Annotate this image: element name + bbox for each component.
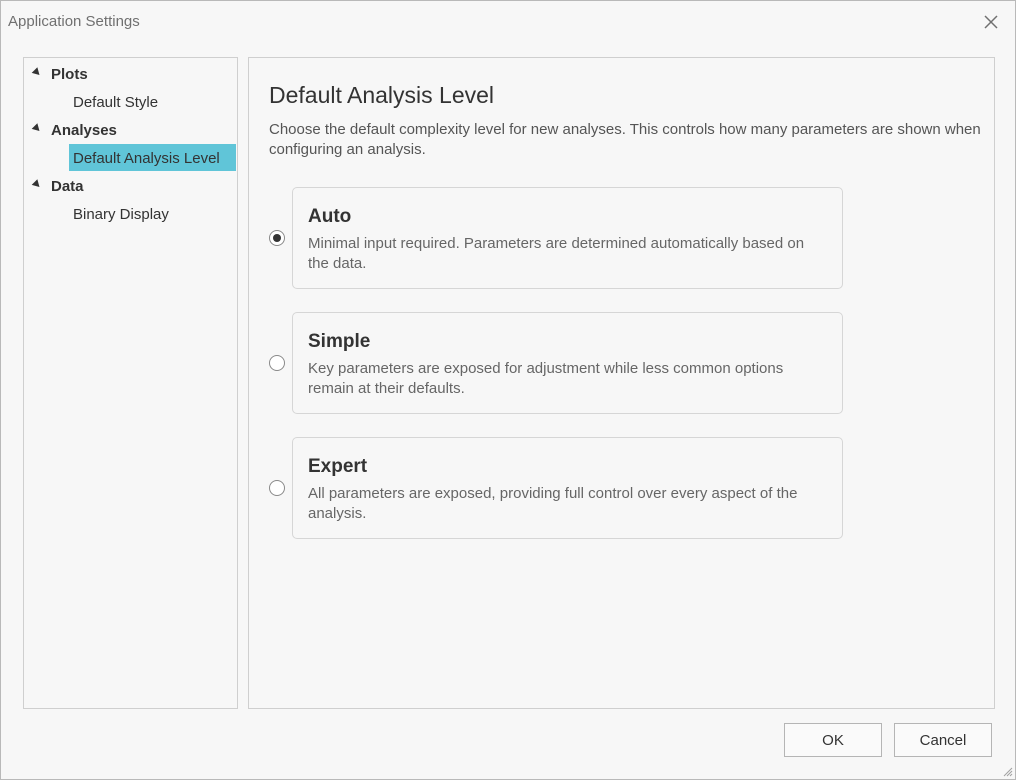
- expert-radio[interactable]: [269, 480, 285, 496]
- tree-item-binary-display[interactable]: Binary Display: [69, 200, 236, 227]
- option-card-simple[interactable]: Simple Key parameters are exposed for ad…: [292, 312, 843, 414]
- settings-tree: Plots Default Style Analyses Default Ana…: [23, 57, 238, 709]
- tree-item-label: Binary Display: [73, 206, 169, 223]
- settings-content: Default Analysis Level Choose the defaul…: [248, 57, 995, 709]
- option-card-auto[interactable]: Auto Minimal input required. Parameters …: [292, 187, 843, 289]
- cancel-button[interactable]: Cancel: [894, 723, 992, 757]
- dialog-title: Application Settings: [8, 13, 140, 30]
- tree-group-label: Data: [51, 178, 84, 195]
- tree-group-analyses[interactable]: Analyses: [24, 117, 237, 143]
- title-bar: Application Settings: [1, 1, 1015, 43]
- ok-button[interactable]: OK: [784, 723, 882, 757]
- close-button[interactable]: [981, 12, 1001, 32]
- option-description: Minimal input required. Parameters are d…: [308, 235, 805, 272]
- page-description: Choose the default complexity level for …: [269, 121, 981, 158]
- option-title: Auto: [308, 206, 352, 227]
- tree-item-default-style[interactable]: Default Style: [69, 88, 236, 115]
- resize-grip-icon[interactable]: [1003, 767, 1013, 777]
- tree-item-label: Default Style: [73, 94, 159, 111]
- expand-arrow-icon[interactable]: [31, 179, 43, 190]
- tree-group-plots[interactable]: Plots: [24, 61, 237, 87]
- simple-radio[interactable]: [269, 355, 285, 371]
- tree-group-label: Analyses: [51, 122, 117, 139]
- tree-group-label: Plots: [51, 66, 88, 83]
- auto-radio[interactable]: [269, 230, 285, 246]
- settings-dialog: Application Settings Plots Default Style…: [0, 0, 1016, 780]
- radio-selected-dot: [273, 234, 281, 242]
- page-title: Default Analysis Level: [269, 82, 495, 108]
- expand-arrow-icon[interactable]: [31, 123, 43, 134]
- option-title: Simple: [308, 331, 371, 352]
- option-description: All parameters are exposed, providing fu…: [308, 485, 798, 522]
- option-card-expert[interactable]: Expert All parameters are exposed, provi…: [292, 437, 843, 539]
- option-title: Expert: [308, 456, 368, 477]
- tree-group-data[interactable]: Data: [24, 173, 237, 199]
- tree-item-default-analysis-level[interactable]: Default Analysis Level: [69, 144, 236, 171]
- close-icon: [984, 15, 998, 29]
- option-description: Key parameters are exposed for adjustmen…: [308, 360, 784, 397]
- expand-arrow-icon[interactable]: [31, 67, 43, 78]
- tree-item-label: Default Analysis Level: [73, 150, 220, 167]
